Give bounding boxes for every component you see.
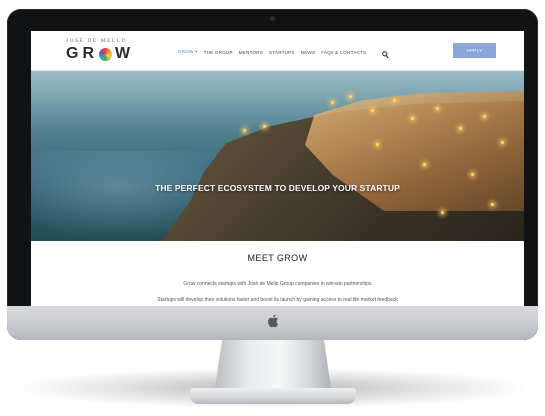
main-nav: GROW ▾ THE GROUP MENTORS STARTUPS NEWS F… xyxy=(178,47,366,57)
coast-light xyxy=(263,125,266,128)
search-icon[interactable] xyxy=(382,46,389,59)
town-light xyxy=(411,117,414,120)
town-light xyxy=(501,141,504,144)
town-light xyxy=(393,99,396,102)
town-light xyxy=(423,163,426,166)
section-title: MEET GROW xyxy=(247,253,308,263)
nav-item-startups[interactable]: STARTUPS xyxy=(269,50,295,55)
section-text-line-1: Grow connects startups with José de Mell… xyxy=(183,281,372,287)
town-light xyxy=(331,101,334,104)
town-light xyxy=(459,127,462,130)
nav-item-news[interactable]: NEWS xyxy=(301,50,316,55)
nav-item-grow[interactable]: GROW ▾ xyxy=(178,49,198,55)
nav-item-the-group[interactable]: THE GROUP xyxy=(204,50,233,55)
camera-icon xyxy=(270,16,275,21)
nav-item-faqs-contacts[interactable]: FAQs & CONTACTS xyxy=(321,50,366,55)
hero-banner: THE PERFECT ECOSYSTEM TO DEVELOP YOUR ST… xyxy=(31,71,524,241)
monitor-stand-base xyxy=(190,388,356,404)
coast-light xyxy=(243,129,246,132)
browser-screen: JOSÉ DE MELLO GR W GROW ▾ THE GROUP MENTO… xyxy=(31,31,524,306)
town-light xyxy=(436,107,439,110)
apply-button[interactable]: APPLY xyxy=(453,43,496,58)
town-light xyxy=(349,95,352,98)
nav-item-mentors[interactable]: MENTORS xyxy=(239,50,263,55)
apple-logo-icon xyxy=(266,314,280,328)
town-light xyxy=(491,203,494,206)
section-text-line-2: Startups will develop their solutions fa… xyxy=(157,297,398,303)
town-light xyxy=(441,211,444,214)
logo-letter-r: R xyxy=(82,45,99,62)
rainbow-ring-icon xyxy=(99,48,112,61)
town-light xyxy=(376,143,379,146)
logo-letter-g: G xyxy=(66,45,83,62)
town-light xyxy=(471,173,474,176)
site-logo[interactable]: JOSÉ DE MELLO GR W xyxy=(66,38,146,66)
town-light xyxy=(371,109,374,112)
hero-headline: THE PERFECT ECOSYSTEM TO DEVELOP YOUR ST… xyxy=(155,183,400,193)
site-header: JOSÉ DE MELLO GR W GROW ▾ THE GROUP MENTO… xyxy=(31,31,524,71)
logo-tagline: JOSÉ DE MELLO xyxy=(66,38,128,44)
logo-letter-w: W xyxy=(115,45,135,62)
town-light xyxy=(483,115,486,118)
